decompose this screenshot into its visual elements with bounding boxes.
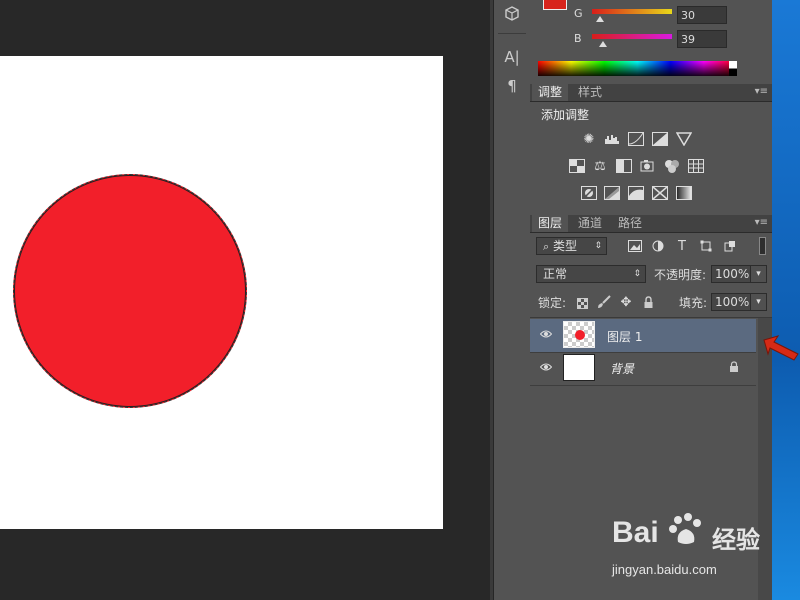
visibility-eye-icon[interactable] xyxy=(539,329,553,341)
threshold-icon[interactable] xyxy=(628,185,644,201)
search-icon: ⌕ xyxy=(543,240,550,253)
adjustments-heading: 添加调整 xyxy=(541,108,590,122)
adjustment-filter-icon[interactable] xyxy=(650,238,666,254)
color-panel: G 30 B 39 xyxy=(530,0,772,80)
black-white-icon[interactable] xyxy=(616,158,632,174)
color-lookup-icon[interactable] xyxy=(688,158,704,174)
tab-styles[interactable]: 样式 xyxy=(572,84,608,101)
fill-dropdown-icon[interactable]: ▾ xyxy=(750,294,766,310)
blend-mode-select[interactable]: 正常 ⇕ xyxy=(536,265,646,283)
layer-row-background[interactable]: 背景 xyxy=(530,352,756,386)
tab-channels[interactable]: 通道 xyxy=(572,215,608,232)
brightness-icon[interactable]: ✺ xyxy=(581,131,597,147)
red-circle-selection[interactable] xyxy=(13,174,247,408)
b-channel-label: B xyxy=(574,32,582,45)
baidu-watermark: Bai 经验 jingyan.baidu.com xyxy=(612,512,762,582)
layer-filter-select[interactable]: ⌕ 类型 ⇕ xyxy=(536,237,607,255)
paragraph-icon[interactable]: ¶ xyxy=(500,75,524,97)
layers-list-divider xyxy=(530,317,772,318)
character-icon[interactable]: A| xyxy=(500,46,524,68)
pixel-filter-icon[interactable] xyxy=(627,238,643,254)
fill-label: 填充: xyxy=(679,296,708,310)
panel-dock-strip: A| ¶ xyxy=(493,0,531,600)
panel-menu-icon[interactable]: ▾≡ xyxy=(755,86,768,97)
opacity-dropdown-icon[interactable]: ▾ xyxy=(750,266,766,282)
annotation-arrow-icon xyxy=(763,335,799,361)
tab-adjustments[interactable]: 调整 xyxy=(532,84,569,101)
tab-paths[interactable]: 路径 xyxy=(612,215,648,232)
layer-row-layer1[interactable]: 图层 1 xyxy=(530,319,756,353)
lock-brush-icon[interactable] xyxy=(596,294,612,310)
opacity-value: 100% xyxy=(715,267,750,281)
layer1-thumbnail-circle xyxy=(575,330,585,340)
3d-icon[interactable] xyxy=(500,3,524,25)
hue-saturation-icon[interactable] xyxy=(569,158,585,174)
background-lock-icon xyxy=(729,361,739,376)
lock-move-icon[interactable]: ✥ xyxy=(618,294,634,310)
gradient-map-icon[interactable] xyxy=(676,185,692,201)
lock-transparency-icon[interactable] xyxy=(574,295,590,311)
b-slider-thumb[interactable] xyxy=(599,41,607,47)
posterize-icon[interactable] xyxy=(604,185,620,201)
adjustments-tabbar: 调整 样式 ▾≡ xyxy=(530,84,772,102)
g-channel-row: G 30 xyxy=(530,5,772,25)
tab-layers[interactable]: 图层 xyxy=(532,215,569,232)
paw-logo-icon xyxy=(668,512,704,551)
watermark-url: jingyan.baidu.com xyxy=(612,562,717,577)
b-channel-value[interactable]: 39 xyxy=(677,30,727,48)
g-slider-thumb[interactable] xyxy=(596,16,604,22)
watermark-brand: Bai xyxy=(612,516,659,549)
fill-input[interactable]: 100% ▾ xyxy=(711,293,767,311)
dropdown-arrows-icon: ⇕ xyxy=(594,241,602,251)
selective-color-icon[interactable] xyxy=(652,185,668,201)
blend-mode-value: 正常 xyxy=(543,267,568,281)
dropdown-arrows-icon: ⇕ xyxy=(633,269,641,279)
lock-label: 锁定: xyxy=(538,296,567,310)
type-filter-icon[interactable]: T xyxy=(674,238,690,254)
shape-filter-icon[interactable] xyxy=(698,238,714,254)
g-channel-slider[interactable] xyxy=(592,9,672,14)
layer1-thumbnail[interactable] xyxy=(563,321,595,348)
layers-panel-menu-icon[interactable]: ▾≡ xyxy=(755,217,768,228)
desktop-background xyxy=(772,0,800,600)
right-panels: G 30 B 39 调整 样式 ▾≡ 添加调整 ✺ ⚖ 图层 通道 路径 ▾≡ … xyxy=(530,0,772,600)
opacity-label: 不透明度: xyxy=(654,268,707,282)
b-channel-row: B 39 xyxy=(530,30,772,50)
layer1-name[interactable]: 图层 1 xyxy=(607,328,642,345)
vibrance-icon[interactable] xyxy=(676,131,692,147)
g-channel-label: G xyxy=(574,7,583,20)
g-channel-value[interactable]: 30 xyxy=(677,6,727,24)
visibility-eye-icon[interactable] xyxy=(539,362,553,374)
curves-icon[interactable] xyxy=(628,131,644,147)
photo-filter-icon[interactable] xyxy=(640,158,656,174)
black-white-ramp[interactable] xyxy=(729,61,737,76)
lock-all-icon[interactable] xyxy=(640,294,656,310)
color-balance-icon[interactable]: ⚖ xyxy=(592,158,608,174)
watermark-brand2: 经验 xyxy=(712,526,760,554)
levels-icon[interactable] xyxy=(604,131,620,147)
opacity-input[interactable]: 100% ▾ xyxy=(711,265,767,283)
b-channel-slider[interactable] xyxy=(592,34,672,39)
color-spectrum-shade xyxy=(538,61,737,76)
filter-toggle-switch[interactable] xyxy=(759,237,766,255)
background-layer-name[interactable]: 背景 xyxy=(610,360,634,377)
layer-filter-label: 类型 xyxy=(553,239,578,253)
background-thumbnail[interactable] xyxy=(563,354,595,381)
smart-object-filter-icon[interactable] xyxy=(722,238,738,254)
layers-tabbar: 图层 通道 路径 ▾≡ xyxy=(530,215,772,233)
fill-value: 100% xyxy=(715,295,750,309)
invert-icon[interactable] xyxy=(581,185,597,201)
exposure-icon[interactable] xyxy=(652,131,668,147)
channel-mixer-icon[interactable] xyxy=(664,158,680,174)
